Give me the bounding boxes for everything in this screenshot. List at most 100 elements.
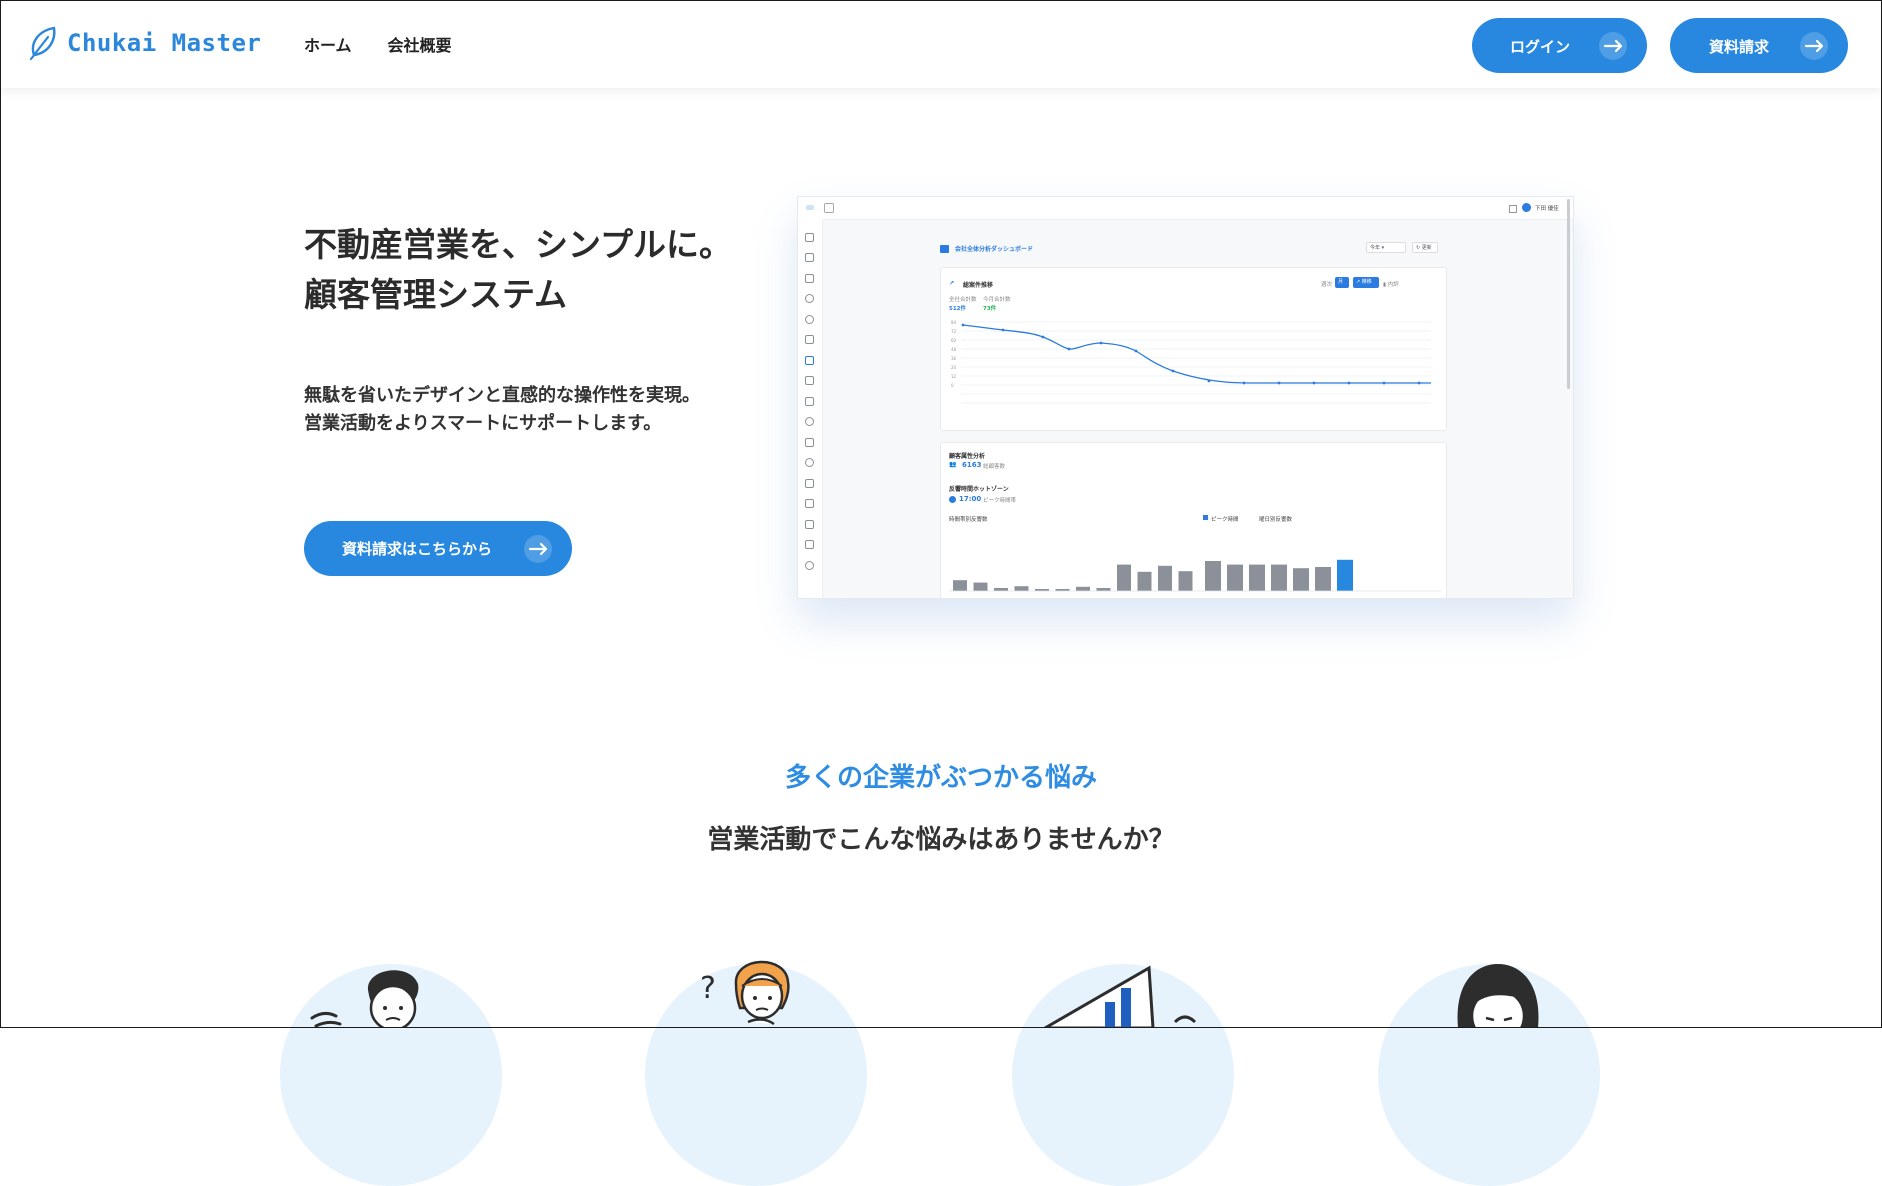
- toggle-weekly: 週次: [1321, 282, 1333, 288]
- arrow-right-icon: [524, 535, 552, 563]
- login-button[interactable]: ログイン: [1472, 18, 1647, 73]
- stat2-value: 73件: [983, 306, 997, 312]
- weekday-bar: [1249, 564, 1265, 591]
- trend-line-chart: 84 72 60 48 36 24 12 0: [951, 320, 1431, 404]
- weekday-bar: [1337, 559, 1353, 591]
- problems-eyebrow: 多くの企業がぶつかる悩み: [784, 763, 1097, 793]
- dashboard-title: 会社全体分析ダッシュボード: [955, 246, 1034, 253]
- request-docs-label: 資料請求: [1709, 38, 1770, 56]
- hero-sub-line1: 無駄を省いたデザインと直感的な操作性を実現。: [304, 385, 700, 406]
- site-header: Chukai Master ホーム 会社概要 ログイン 資料請求: [0, 0, 1882, 88]
- calendar-icon: [805, 479, 814, 488]
- tool-icon: [805, 499, 814, 508]
- hero-title-line2: 顧客管理システム: [304, 275, 568, 314]
- request-docs-button[interactable]: 資料請求: [1670, 18, 1848, 73]
- bar-charts: [949, 559, 1441, 592]
- svg-text:0: 0: [951, 383, 954, 388]
- settings-icon: [805, 561, 814, 570]
- user-avatar: [1522, 203, 1531, 212]
- fullscreen-icon: [1509, 205, 1517, 213]
- brand-logo[interactable]: Chukai Master: [28, 25, 261, 61]
- home-icon: [805, 233, 814, 242]
- arrow-right-icon: [1800, 32, 1828, 60]
- weekday-bar: [1271, 564, 1287, 591]
- arrow-right-icon: [1599, 32, 1627, 60]
- problems-title: 営業活動でこんな悩みはありませんか？: [707, 825, 1175, 855]
- brand-name: Chukai Master: [67, 29, 262, 57]
- dashboard-preview: 下田 優佳 会社全体分析ダッシュボード 今年 ▾ ↻ 更新 ↗ 総案件推移 全社…: [797, 196, 1574, 599]
- svg-text:12: 12: [951, 374, 957, 379]
- image-icon: [805, 274, 814, 283]
- dashboard-title-icon: [940, 245, 949, 253]
- confused-woman-illustration: ?: [700, 960, 790, 1026]
- customers-label: 総顧客数: [983, 464, 1006, 470]
- hour-bar: [1014, 586, 1029, 591]
- nav-company[interactable]: 会社概要: [388, 32, 452, 56]
- customers-icon: 👥: [949, 461, 957, 468]
- hero-description: 無駄を省いたデザインと直感的な操作性を実現。 営業活動をよりスマートにサポートし…: [304, 382, 700, 438]
- users-icon: [805, 335, 814, 344]
- file-icon: [805, 520, 814, 529]
- hour-bar: [1178, 571, 1193, 591]
- worried-man-illustration: [310, 970, 419, 1028]
- hotzone-value: 17:00: [959, 495, 982, 503]
- mail-icon: [805, 253, 814, 262]
- weekday-bar: [1227, 564, 1243, 591]
- legend-peak: ピーク時間: [1211, 517, 1239, 523]
- customers-value: 6163: [962, 461, 982, 469]
- clock-icon: [805, 417, 814, 426]
- refresh-button: ↻ 更新: [1412, 242, 1438, 253]
- stat1-label: 全社合計数: [949, 297, 977, 303]
- menu-icon: [824, 203, 834, 213]
- svg-text:84: 84: [951, 320, 957, 325]
- dashboard-sidebar: [798, 219, 823, 598]
- svg-text:72: 72: [951, 329, 957, 334]
- hero-sub-line2: 営業活動をよりスマートにサポートします。: [304, 413, 662, 434]
- weekday-bar: [1205, 561, 1221, 591]
- dashboard-scrollbar: [1567, 199, 1570, 389]
- hotzone-title: 反響時間ホットゾーン: [949, 486, 1009, 493]
- user-name: 下田 優佳: [1535, 206, 1559, 212]
- hour-bar: [953, 580, 967, 591]
- hour-chart-title: 時間帯別反響数: [949, 517, 988, 523]
- svg-text:36: 36: [951, 356, 957, 361]
- trend-title: 総案件推移: [963, 282, 994, 289]
- trend-card: ↗ 総案件推移 全社合計数 512件 今月合計数 73件 週次 月次 ↗ 推移 …: [940, 267, 1447, 431]
- hour-bar: [1117, 564, 1131, 591]
- leaf-logo-icon: [29, 26, 56, 61]
- clock-icon: [949, 496, 956, 503]
- main-nav: ホーム 会社概要: [304, 32, 488, 56]
- customer-analysis-title: 顧客属性分析: [949, 453, 986, 460]
- weekday-bar: [1315, 567, 1331, 591]
- weekday-bar: [1293, 568, 1309, 591]
- falling-chart-illustration: [1041, 965, 1197, 1028]
- stat1-value: 512件: [949, 306, 966, 312]
- customer-analysis-card: 顧客属性分析 👥 6163 総顧客数 反響時間ホットゾーン 17:00 ピーク時…: [940, 442, 1447, 598]
- chart-icon: [805, 356, 814, 365]
- svg-text:48: 48: [951, 347, 957, 352]
- woman-illustration: [1457, 964, 1539, 1028]
- login-label: ログイン: [1510, 38, 1571, 56]
- question-mark-icon: ?: [700, 971, 716, 1006]
- hero-title: 不動産営業を、シンプルに。 顧客管理システム: [304, 220, 732, 320]
- hour-bar: [1137, 571, 1152, 591]
- hour-bar: [1158, 565, 1172, 591]
- cta-label: 資料請求はこちらから: [342, 540, 493, 558]
- history-icon: [805, 458, 814, 467]
- trend-icon: ↗: [949, 280, 955, 287]
- nav-home[interactable]: ホーム: [304, 32, 352, 56]
- toggle-trend: ↗ 推移: [1353, 277, 1379, 288]
- mini-logo-icon: [806, 205, 814, 210]
- hero-title-line1: 不動産営業を、シンプルに。: [304, 225, 733, 264]
- toggle-breakdown: ▮ 内訳: [1383, 282, 1399, 288]
- user-icon: [805, 294, 814, 303]
- user-icon: [805, 315, 814, 324]
- cta-request-button[interactable]: 資料請求はこちらから: [304, 521, 572, 576]
- dashboard-topbar: 下田 優佳: [798, 197, 1573, 220]
- doc-icon: [805, 397, 814, 406]
- team-icon: [805, 540, 814, 549]
- hour-bar: [973, 582, 988, 591]
- stat2-label: 今月合計数: [983, 297, 1011, 303]
- legend-swatch: [1203, 515, 1208, 520]
- card-icon: [805, 438, 814, 447]
